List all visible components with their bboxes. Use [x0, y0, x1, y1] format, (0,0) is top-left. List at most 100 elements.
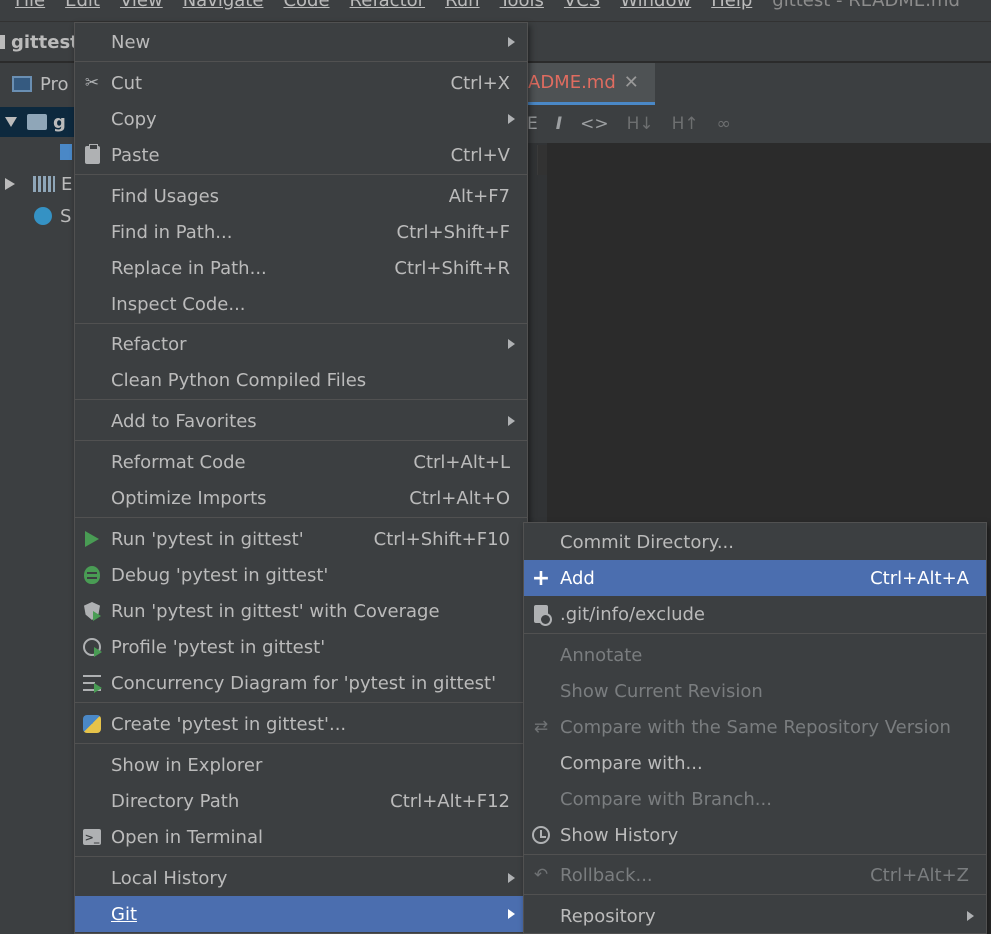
project-panel-header[interactable]: Pro	[0, 63, 74, 105]
git-commit-directory[interactable]: Commit Directory...	[524, 524, 986, 560]
menu-item-inspect-code[interactable]: Inspect Code...	[75, 286, 527, 322]
menu-item-label: Show History	[560, 824, 679, 846]
menu-item-run-with-coverage[interactable]: Run 'pytest in gittest' with Coverage	[75, 593, 527, 629]
menu-item-label: Debug 'pytest in gittest'	[111, 564, 329, 586]
menu-item-profile-pytest[interactable]: Profile 'pytest in gittest'	[75, 629, 527, 665]
menubar-navigate[interactable]: Navigate	[183, 0, 264, 11]
menu-item-label: Compare with Branch...	[560, 788, 772, 810]
menu-item-find-in-path[interactable]: Find in Path... Ctrl+Shift+F	[75, 214, 527, 250]
menu-item-shortcut: Ctrl+Shift+F10	[373, 528, 510, 550]
tree-item-external-libraries[interactable]: E	[0, 169, 74, 199]
tree-item-scratches[interactable]: S	[0, 201, 74, 231]
separator	[524, 633, 986, 634]
menu-item-create-pytest[interactable]: Create 'pytest in gittest'...	[75, 706, 527, 742]
menubar-code[interactable]: Code	[283, 0, 329, 11]
submenu-arrow-icon	[508, 37, 515, 47]
menu-item-cut[interactable]: ✂ Cut Ctrl+X	[75, 65, 527, 101]
tree-item-label: E	[61, 173, 73, 195]
expand-right-icon[interactable]	[5, 178, 15, 190]
menu-item-debug-pytest[interactable]: Debug 'pytest in gittest'	[75, 557, 527, 593]
menubar-refactor[interactable]: Refactor	[350, 0, 426, 11]
git-show-current-revision[interactable]: Show Current Revision	[524, 673, 986, 709]
clipboard-icon	[81, 144, 103, 166]
menu-item-label: Compare with the Same Repository Version	[560, 716, 951, 738]
menu-item-git[interactable]: Git	[75, 896, 527, 932]
submenu-arrow-icon	[967, 911, 974, 921]
menu-item-refactor[interactable]: Refactor	[75, 326, 527, 362]
link-icon[interactable]: ∞	[717, 114, 731, 134]
menubar-window[interactable]: Window	[620, 0, 691, 11]
menu-item-shortcut: Ctrl+Shift+F	[396, 221, 510, 243]
git-rollback[interactable]: ↶ Rollback... Ctrl+Alt+Z	[524, 857, 986, 893]
menu-item-label: Run 'pytest in gittest'	[111, 528, 304, 550]
menu-item-directory-path[interactable]: Directory Path Ctrl+Alt+F12	[75, 783, 527, 819]
close-icon[interactable]: ✕	[624, 72, 639, 93]
menubar-tools[interactable]: Tools	[500, 0, 544, 11]
menu-item-open-in-terminal[interactable]: >_ Open in Terminal	[75, 819, 527, 855]
menu-item-label: Optimize Imports	[111, 487, 267, 509]
code-icon[interactable]: <>	[580, 114, 609, 134]
separator	[75, 174, 527, 175]
python-icon	[81, 713, 103, 735]
menu-item-show-in-explorer[interactable]: Show in Explorer	[75, 747, 527, 783]
tree-item-file[interactable]	[0, 137, 74, 167]
separator	[524, 854, 986, 855]
menu-item-optimize-imports[interactable]: Optimize Imports Ctrl+Alt+O	[75, 480, 527, 516]
menu-item-shortcut: Ctrl+Alt+O	[409, 487, 510, 509]
menu-item-reformat-code[interactable]: Reformat Code Ctrl+Alt+L	[75, 444, 527, 480]
menubar-vcs[interactable]: VCS	[564, 0, 600, 11]
italic-icon[interactable]: I	[556, 114, 562, 134]
menu-item-local-history[interactable]: Local History	[75, 860, 527, 896]
menu-item-label: Run 'pytest in gittest' with Coverage	[111, 600, 440, 622]
expand-down-icon[interactable]	[5, 117, 17, 127]
caret-line	[537, 145, 547, 175]
menu-item-new[interactable]: New	[75, 24, 527, 60]
editor-tab-bar: ADME.md ✕	[527, 63, 991, 105]
menu-item-label: Concurrency Diagram for 'pytest in gitte…	[111, 672, 497, 694]
menu-item-add-to-favorites[interactable]: Add to Favorites	[75, 403, 527, 439]
git-repository[interactable]: Repository	[524, 898, 986, 934]
plus-icon: +	[531, 565, 551, 591]
menu-item-label: Cut	[111, 72, 143, 94]
menubar-help[interactable]: Help	[711, 0, 752, 11]
scissors-icon: ✂	[84, 73, 100, 93]
terminal-icon: >_	[83, 829, 101, 845]
tree-item-label: g	[53, 111, 66, 133]
menu-item-label: Rollback...	[560, 864, 653, 886]
submenu-arrow-icon	[508, 873, 515, 883]
menu-item-clean-python-compiled[interactable]: Clean Python Compiled Files	[75, 362, 527, 398]
menu-item-shortcut: Ctrl+Alt+Z	[870, 864, 969, 886]
window-title: gittest - README.md	[772, 0, 960, 11]
tab-readme-label: ADME.md	[528, 72, 616, 93]
git-compare-same-repo-version[interactable]: ⇄ Compare with the Same Repository Versi…	[524, 709, 986, 745]
menu-item-label: Replace in Path...	[111, 257, 267, 279]
menu-item-run-pytest[interactable]: Run 'pytest in gittest' Ctrl+Shift+F10	[75, 521, 527, 557]
menu-item-concurrency-diagram[interactable]: Concurrency Diagram for 'pytest in gitte…	[75, 665, 527, 701]
strikethrough-icon[interactable]: E	[527, 114, 538, 134]
ignored-file-icon	[530, 603, 552, 626]
header-up-icon[interactable]: H↑	[672, 114, 699, 134]
tree-item-root[interactable]: g	[0, 107, 74, 137]
git-info-exclude[interactable]: .git/info/exclude	[524, 596, 986, 632]
git-compare-with[interactable]: Compare with...	[524, 745, 986, 781]
git-annotate[interactable]: Annotate	[524, 637, 986, 673]
menu-item-shortcut: Ctrl+Alt+L	[413, 451, 510, 473]
menu-item-find-usages[interactable]: Find Usages Alt+F7	[75, 178, 527, 214]
tab-readme[interactable]: ADME.md ✕	[527, 63, 655, 105]
git-show-history[interactable]: Show History	[524, 817, 986, 853]
menu-item-copy[interactable]: Copy	[75, 101, 527, 137]
git-add[interactable]: + Add Ctrl+Alt+A	[524, 560, 986, 596]
menu-item-label: Add	[560, 567, 595, 589]
header-down-icon[interactable]: H↓	[627, 114, 654, 134]
menu-item-label: Find Usages	[111, 185, 220, 207]
editor-gutter	[527, 143, 547, 523]
menubar-edit[interactable]: Edit	[65, 0, 100, 11]
menu-item-replace-in-path[interactable]: Replace in Path... Ctrl+Shift+R	[75, 250, 527, 286]
breadcrumb-root[interactable]: gittest	[0, 32, 79, 53]
menubar-file[interactable]: File	[15, 0, 45, 11]
menu-item-label: Open in Terminal	[111, 826, 263, 848]
git-compare-with-branch[interactable]: Compare with Branch...	[524, 781, 986, 817]
menubar-run[interactable]: Run	[445, 0, 480, 11]
menu-item-paste[interactable]: Paste Ctrl+V	[75, 137, 527, 173]
menubar-view[interactable]: View	[120, 0, 163, 11]
